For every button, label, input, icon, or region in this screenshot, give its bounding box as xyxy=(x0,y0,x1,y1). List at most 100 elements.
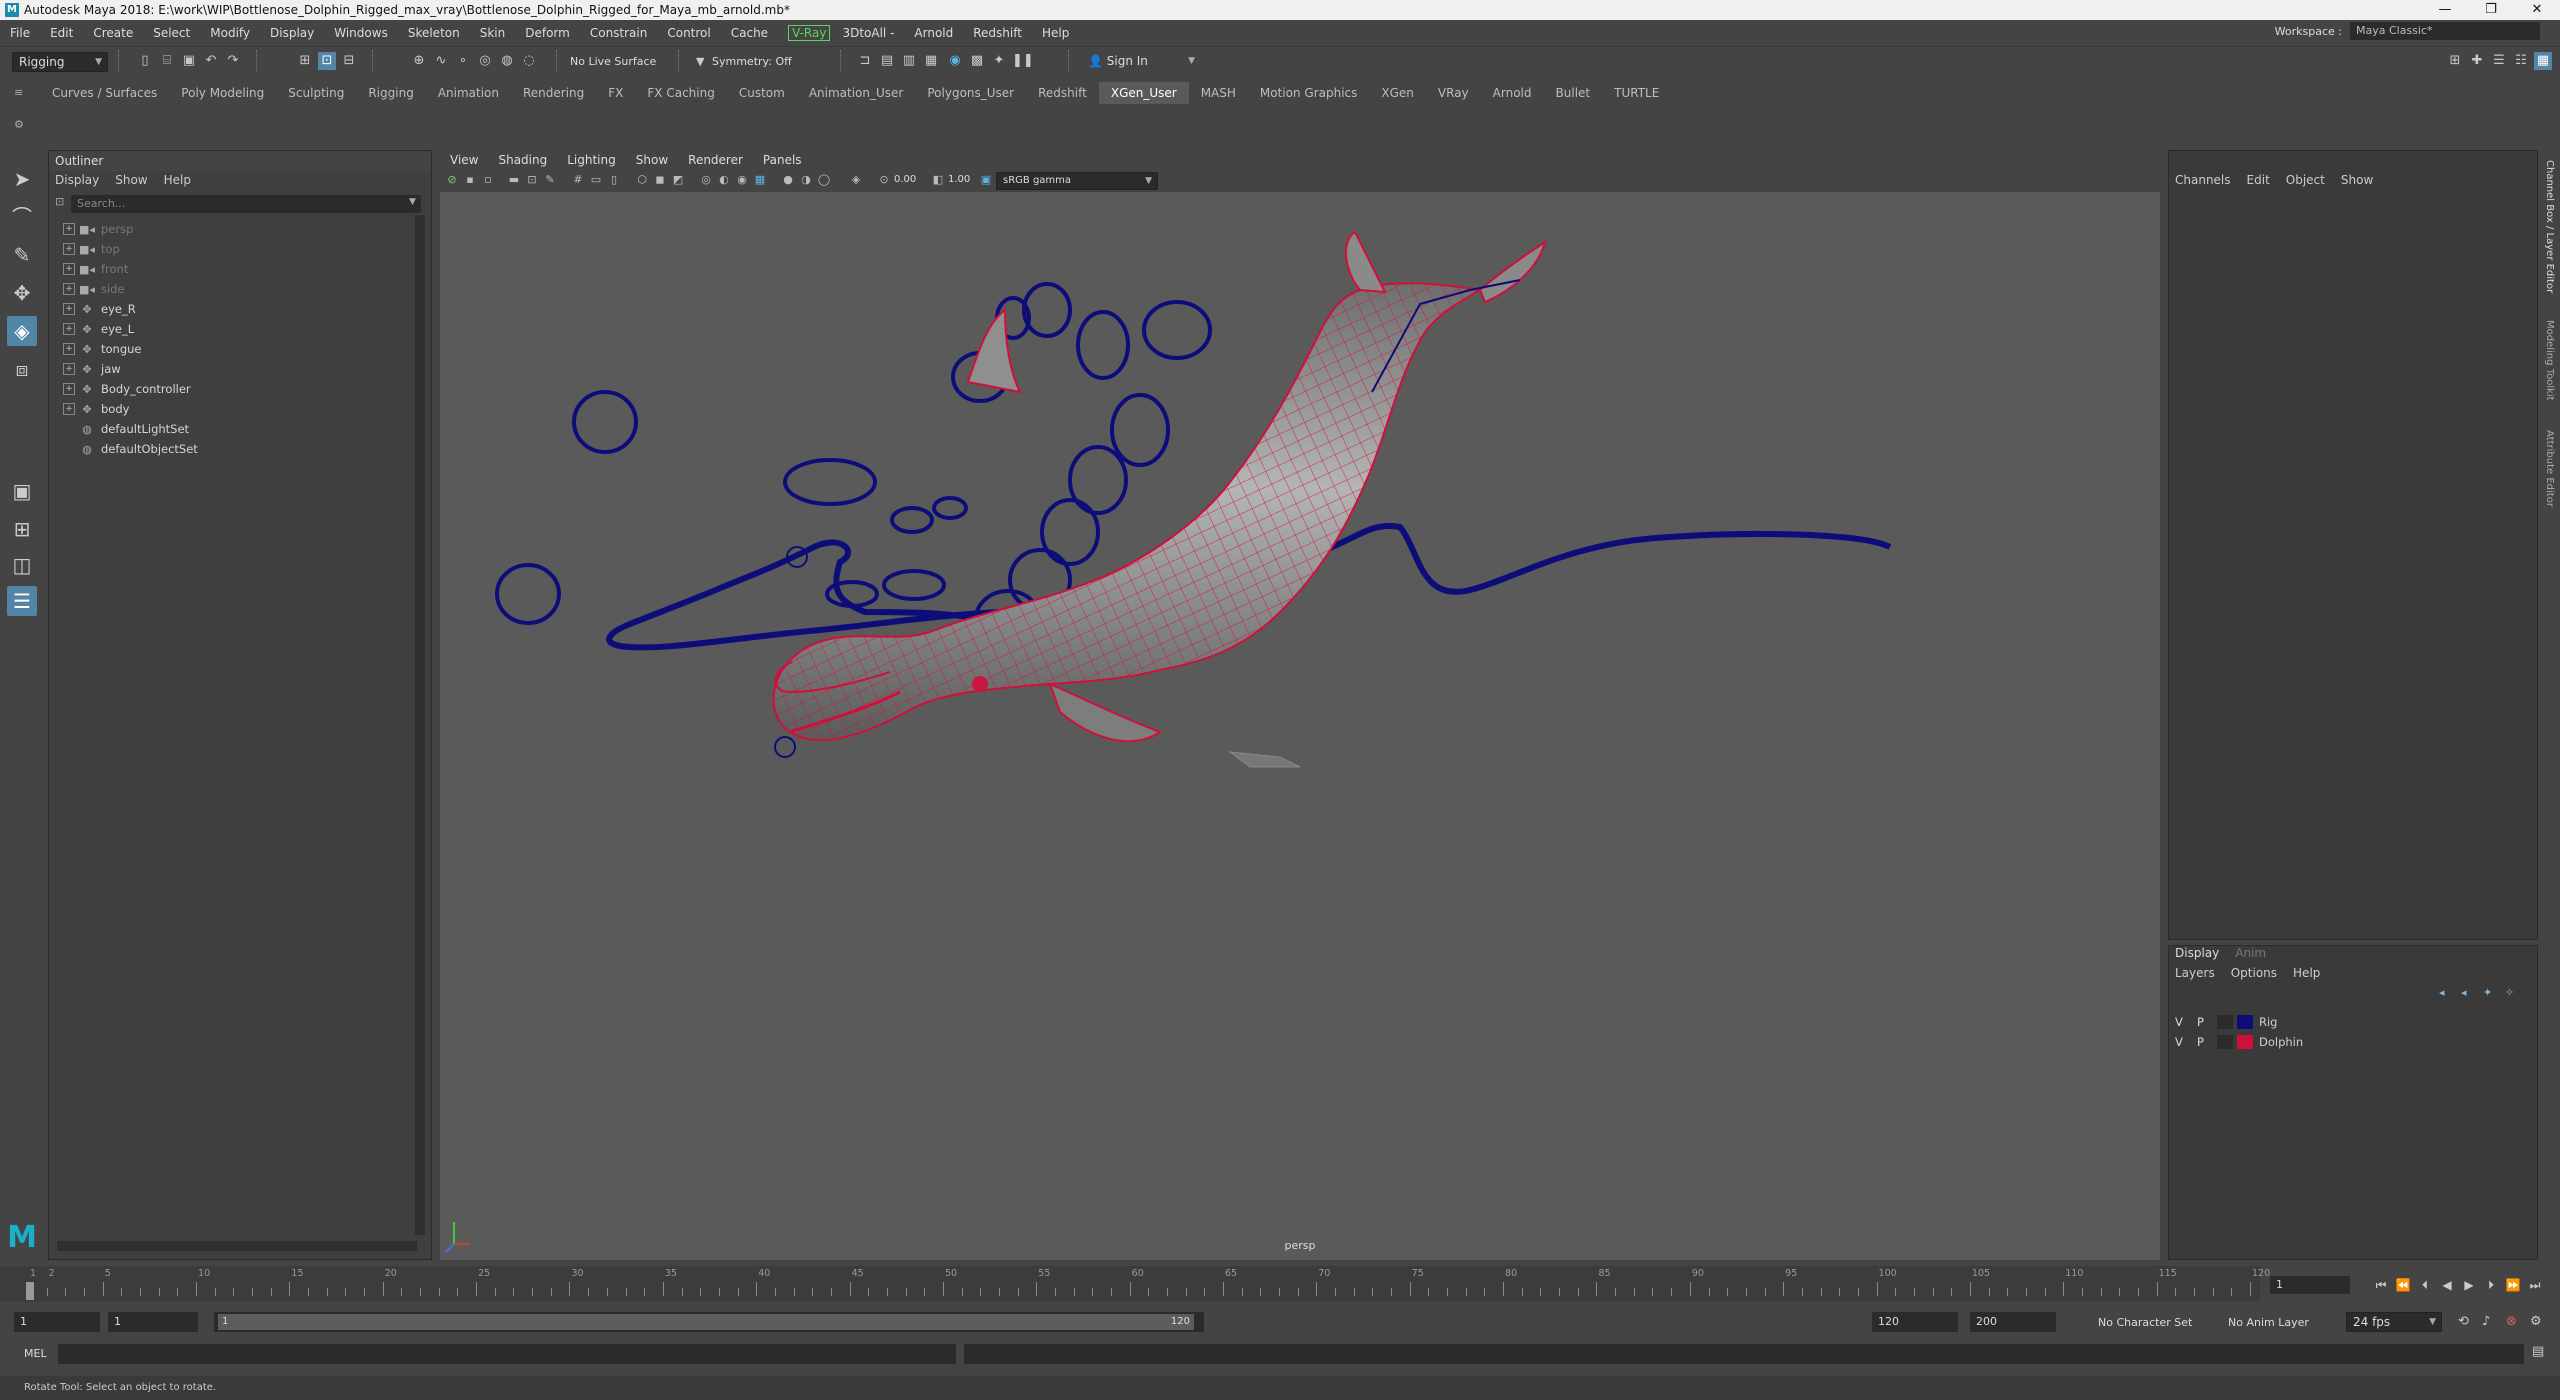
shelf-tab[interactable]: XGen xyxy=(1369,86,1426,100)
shelf-tab[interactable]: Rendering xyxy=(511,86,596,100)
shelf-tab[interactable]: Polygons_User xyxy=(915,86,1026,100)
layer-menu-layers[interactable]: Layers xyxy=(2175,966,2215,980)
2d-pan-zoom-icon[interactable]: ⊡ xyxy=(524,172,540,188)
channel-box-icon[interactable]: ▦ xyxy=(2534,52,2552,70)
single-perspective-layout-icon[interactable]: ▣ xyxy=(7,476,37,506)
viewport-menu-view[interactable]: View xyxy=(450,153,478,167)
tab-anim[interactable]: Anim xyxy=(2235,946,2266,964)
outliner-item-front[interactable]: + ■◂ front xyxy=(63,259,423,279)
new-scene-icon[interactable]: ▯ xyxy=(136,52,154,70)
select-object-icon[interactable]: ⊡ xyxy=(318,52,336,70)
snap-surface-icon[interactable]: ◍ xyxy=(498,52,516,70)
outliner-item-eye-r[interactable]: + ✥ eye_R xyxy=(63,299,423,319)
menu-constrain[interactable]: Constrain xyxy=(590,26,648,40)
chevron-down-icon[interactable]: ▼ xyxy=(409,197,416,207)
sound-icon[interactable]: ♪ xyxy=(2482,1314,2490,1329)
menu-3dtoall[interactable]: 3DtoAll - xyxy=(842,26,894,40)
grease-pencil-icon[interactable]: ✎ xyxy=(542,172,558,188)
undo-icon[interactable]: ↶ xyxy=(202,52,220,70)
dolphin-mesh[interactable] xyxy=(740,230,1547,792)
outliner-menu-display[interactable]: Display xyxy=(55,173,99,187)
scale-tool-icon[interactable]: ⧈ xyxy=(7,354,37,384)
menu-control[interactable]: Control xyxy=(667,26,710,40)
menu-modify[interactable]: Modify xyxy=(210,26,250,40)
menu-redshift[interactable]: Redshift xyxy=(973,26,1022,40)
smooth-shade-icon[interactable]: ◼ xyxy=(652,172,668,188)
menu-file[interactable]: File xyxy=(10,26,30,40)
menu-set-dropdown[interactable]: Rigging ▼ xyxy=(12,52,108,72)
save-scene-icon[interactable]: ▣ xyxy=(180,52,198,70)
tab-channel-box-layer-editor[interactable]: Channel Box / Layer Editor xyxy=(2544,160,2555,293)
motion-blur-icon[interactable]: ◑ xyxy=(798,172,814,188)
lasso-tool-icon[interactable]: ⌒ xyxy=(7,202,37,232)
viewport-menu-renderer[interactable]: Renderer xyxy=(688,153,743,167)
camera-select-icon[interactable]: ⊘ xyxy=(444,172,460,188)
resolution-gate-icon[interactable]: ▯ xyxy=(606,172,622,188)
outliner-item-tongue[interactable]: + ✥ tongue xyxy=(63,339,423,359)
move-tool-icon[interactable]: ✥ xyxy=(7,278,37,308)
expand-icon[interactable]: + xyxy=(63,243,75,255)
snap-grid-icon[interactable]: ⊕ xyxy=(410,52,428,70)
outliner-menu-help[interactable]: Help xyxy=(164,173,191,187)
outliner-item-top[interactable]: + ■◂ top xyxy=(63,239,423,259)
rig-control-circle[interactable] xyxy=(783,458,877,506)
tool-settings-icon[interactable]: ☷ xyxy=(2512,52,2530,70)
render-region-icon[interactable]: ▥ xyxy=(900,52,918,70)
anti-aliasing-icon[interactable]: ◯ xyxy=(816,172,832,188)
loop-icon[interactable]: ⟲ xyxy=(2458,1314,2469,1329)
shelf-settings-icon[interactable]: ⚙ xyxy=(14,118,24,131)
snap-view-icon[interactable]: ◎ xyxy=(476,52,494,70)
outliner-item-default-light-set[interactable]: ◍ defaultLightSet xyxy=(63,419,423,439)
layer-playback-toggle[interactable]: P xyxy=(2197,1035,2217,1049)
viewport-persp[interactable]: persp xyxy=(440,192,2160,1260)
outliner-horizontal-scrollbar[interactable] xyxy=(57,1241,417,1251)
outliner-item-jaw[interactable]: + ✥ jaw xyxy=(63,359,423,379)
arnold-render-icon[interactable]: ✦ xyxy=(990,52,1008,70)
channel-box-menu-show[interactable]: Show xyxy=(2341,173,2373,191)
expand-icon[interactable]: + xyxy=(63,343,75,355)
shelf-tab[interactable]: Animation xyxy=(426,86,511,100)
workspace-dropdown[interactable]: Maya Classic* xyxy=(2350,22,2540,40)
live-surface-label[interactable]: No Live Surface xyxy=(570,55,656,68)
rig-control-circle[interactable] xyxy=(890,506,934,534)
scene-canvas[interactable] xyxy=(440,192,2160,1260)
menu-cache[interactable]: Cache xyxy=(731,26,768,40)
expand-icon[interactable]: + xyxy=(63,363,75,375)
viewport-menu-shading[interactable]: Shading xyxy=(498,153,547,167)
outliner-item-body-controller[interactable]: + ✥ Body_controller xyxy=(63,379,423,399)
end-time-field[interactable]: 200 xyxy=(1970,1312,2056,1332)
shelf-tab[interactable]: Sculpting xyxy=(276,86,356,100)
new-layer-icon[interactable]: ✦ xyxy=(2483,986,2505,999)
new-layer-selected-icon[interactable]: ✧ xyxy=(2505,986,2527,999)
grid-icon[interactable]: # xyxy=(570,172,586,188)
anim-layer-dropdown[interactable]: No Anim Layer xyxy=(2228,1316,2309,1329)
menu-vray[interactable]: V-Ray xyxy=(788,24,831,41)
exposure-icon[interactable]: ⊙ xyxy=(876,172,892,188)
tab-display[interactable]: Display xyxy=(2175,946,2219,964)
outliner-item-default-object-set[interactable]: ◍ defaultObjectSet xyxy=(63,439,423,459)
symmetry-label[interactable]: Symmetry: Off xyxy=(712,55,792,68)
menu-edit[interactable]: Edit xyxy=(50,26,73,40)
camera-attributes-icon[interactable]: ▪ xyxy=(462,172,478,188)
auto-key-icon[interactable]: ⊗ xyxy=(2506,1314,2517,1329)
layer-visibility-toggle[interactable]: V xyxy=(2175,1015,2197,1029)
rig-control-circle[interactable] xyxy=(572,390,638,454)
tab-attribute-editor[interactable]: Attribute Editor xyxy=(2544,430,2555,507)
menu-help[interactable]: Help xyxy=(1042,26,1069,40)
history-icon[interactable]: ⊐ xyxy=(856,52,874,70)
rotate-tool-icon[interactable]: ◈ xyxy=(7,316,37,346)
expand-icon[interactable]: + xyxy=(63,323,75,335)
menu-windows[interactable]: Windows xyxy=(334,26,388,40)
script-editor-icon[interactable]: ▤ xyxy=(2532,1344,2544,1359)
rig-control-circle[interactable] xyxy=(882,569,946,601)
step-forward-frame-icon[interactable]: ⏵ xyxy=(2480,1278,2502,1293)
xray-joints-icon[interactable]: ◉ xyxy=(734,172,750,188)
shelf-tab[interactable]: Arnold xyxy=(1481,86,1544,100)
layer-row-rig[interactable]: V P Rig xyxy=(2175,1012,2531,1032)
search-options-icon[interactable]: ⊡ xyxy=(55,195,64,208)
viewport-menu-show[interactable]: Show xyxy=(636,153,668,167)
ambient-occlusion-icon[interactable]: ● xyxy=(780,172,796,188)
pause-icon[interactable]: ❚❚ xyxy=(1012,52,1034,70)
expand-icon[interactable]: + xyxy=(63,303,75,315)
layer-row-dolphin[interactable]: V P Dolphin xyxy=(2175,1032,2531,1052)
